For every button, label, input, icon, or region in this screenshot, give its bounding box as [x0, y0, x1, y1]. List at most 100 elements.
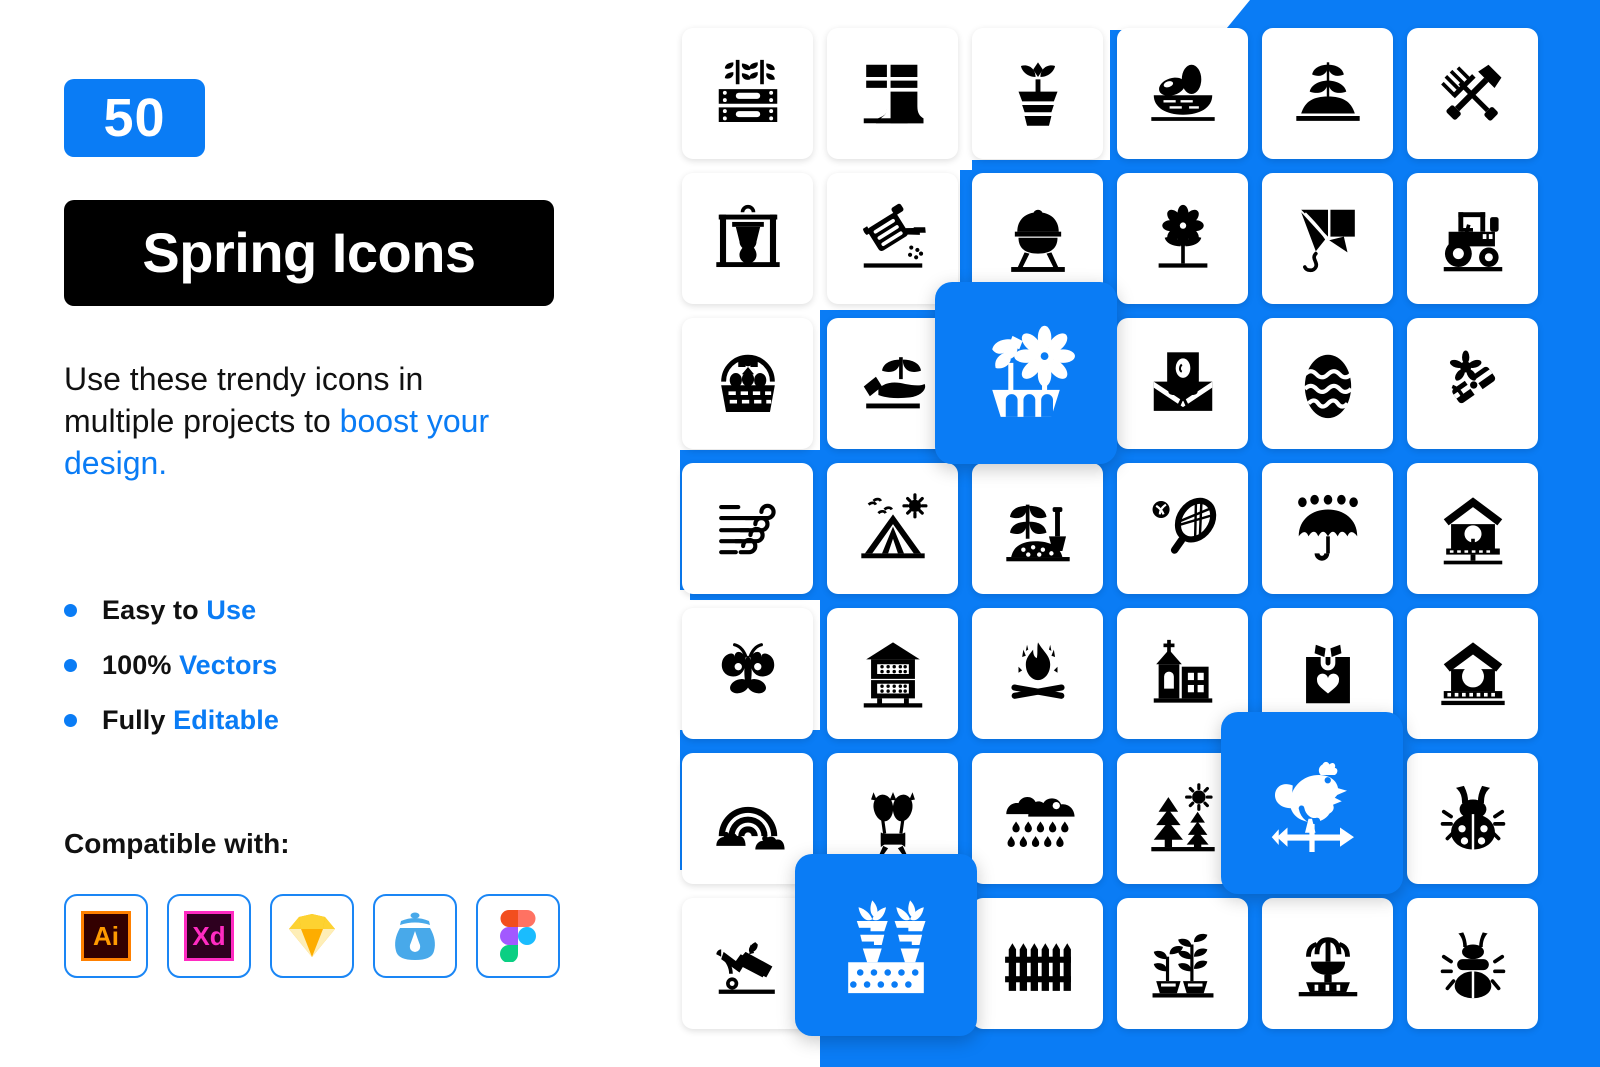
icon-tile-easter-egg-nest[interactable] — [1117, 28, 1248, 159]
icon-tile-beetle[interactable] — [1407, 898, 1538, 1029]
watering-can-icon — [862, 203, 926, 268]
potted-plants-icon — [1152, 933, 1213, 998]
feature-0-plain: Easy to — [102, 595, 207, 625]
plant-with-shovel-icon — [1005, 504, 1070, 561]
hand-holding-sprout-icon — [863, 356, 925, 408]
church-icon — [1153, 639, 1212, 703]
birdhouse-icon — [1443, 496, 1502, 564]
adobe-xd-label: Xd — [192, 921, 226, 951]
bonfire-icon — [1010, 641, 1065, 699]
icon-tile-fountain[interactable] — [1262, 898, 1393, 1029]
intro-line2-accent: boost your — [339, 403, 490, 440]
jar-icon — [395, 912, 435, 960]
butterfly-icon — [721, 642, 774, 693]
icon-tile-potted-plants[interactable] — [1117, 898, 1248, 1029]
icon-tile-umbrella-rain[interactable] — [1262, 463, 1393, 594]
app-tile-sketch[interactable] — [270, 894, 354, 978]
figma-icon — [500, 910, 536, 962]
flower-planter-icon — [992, 325, 1075, 417]
tulip-bouquet-icon — [870, 791, 915, 857]
icon-tile-rain-cloud[interactable] — [972, 753, 1103, 884]
icon-tile-birdhouse-perch[interactable] — [1407, 608, 1538, 739]
page-title: Spring Icons — [142, 221, 476, 284]
icon-tile-sprout-in-soil[interactable] — [1262, 28, 1393, 159]
carrot-garden-icon — [848, 900, 926, 994]
sketch-icon — [289, 914, 335, 957]
compatible-apps-row: Ai Xd — [64, 894, 560, 978]
icon-tile-egg-basket[interactable] — [682, 318, 813, 449]
bullet-icon — [64, 604, 77, 617]
feature-1-plain: 100% — [102, 650, 180, 680]
icon-tile-bonfire[interactable] — [972, 608, 1103, 739]
egg-basket-icon — [720, 354, 775, 412]
ladybug-icon — [1440, 785, 1505, 849]
rake-and-shovel-icon — [1440, 64, 1501, 121]
icon-tile-birdhouse[interactable] — [1407, 463, 1538, 594]
icon-tile-seedling-crate[interactable] — [682, 28, 813, 159]
poster-canvas: 50 Spring Icons Use these trendy icons i… — [0, 0, 1600, 1067]
left-info-panel: 50 Spring Icons Use these trendy icons i… — [0, 0, 660, 1067]
highlighted-tile-carrot-garden[interactable] — [795, 854, 977, 1036]
birdhouse-perch-icon — [1440, 641, 1505, 705]
icon-tile-potted-plant[interactable] — [972, 28, 1103, 159]
decorated-egg-icon — [1302, 354, 1353, 418]
kite-icon — [1300, 209, 1355, 272]
sprout-in-soil-icon — [1295, 61, 1360, 121]
picket-fence-icon — [1004, 942, 1071, 991]
egg-envelope-icon — [1153, 351, 1212, 411]
icon-tile-plant-with-shovel[interactable] — [972, 463, 1103, 594]
feature-0-accent: Use — [206, 595, 257, 625]
rainbow-cloud-icon — [715, 806, 785, 849]
icon-tile-decorated-egg[interactable] — [1262, 318, 1393, 449]
icon-tile-ladybug[interactable] — [1407, 753, 1538, 884]
feature-list: Easy to Use 100% Vectors Fully Editable — [64, 583, 484, 748]
icon-count-badge: 50 — [64, 79, 205, 157]
feature-item-vectors: 100% Vectors — [64, 638, 484, 693]
feature-item-easy-to-use: Easy to Use — [64, 583, 484, 638]
umbrella-rain-icon — [1297, 494, 1358, 561]
wheelbarrow-icon — [715, 941, 775, 994]
bullet-icon — [64, 714, 77, 727]
icon-tile-tractor[interactable] — [1407, 173, 1538, 304]
app-tile-adobe-illustrator[interactable]: Ai — [64, 894, 148, 978]
feature-2-plain: Fully — [102, 705, 174, 735]
icon-tile-rake-and-shovel[interactable] — [1407, 28, 1538, 159]
feature-item-editable: Fully Editable — [64, 693, 484, 748]
adobe-illustrator-label: Ai — [93, 921, 119, 951]
intro-line2-plain: multiple projects to — [64, 403, 340, 440]
bird-hotel-icon — [863, 641, 922, 708]
icon-tile-camping-tent[interactable] — [827, 463, 958, 594]
tennis-racket-icon — [1152, 497, 1216, 554]
icon-tile-kite[interactable] — [1262, 173, 1393, 304]
icon-tile-daisy-flower[interactable] — [1117, 173, 1248, 304]
app-tile-figma[interactable] — [476, 894, 560, 978]
fountain-icon — [1298, 936, 1357, 996]
compatible-with-heading: Compatible with: — [64, 828, 290, 859]
icon-tile-wheelbarrow[interactable] — [682, 898, 813, 1029]
icon-tile-butterfly[interactable] — [682, 608, 813, 739]
campfire-pot-icon — [715, 204, 780, 267]
intro-paragraph: Use these trendy icons in multiple proje… — [64, 358, 624, 485]
icon-tile-picket-fence[interactable] — [972, 898, 1103, 1029]
adobe-illustrator-icon: Ai — [81, 911, 131, 961]
icon-tile-campfire-pot[interactable] — [682, 173, 813, 304]
icon-tile-rain-boots[interactable] — [827, 28, 958, 159]
adobe-xd-icon: Xd — [184, 911, 234, 961]
app-tile-adobe-xd[interactable]: Xd — [167, 894, 251, 978]
icon-tile-watering-can[interactable] — [827, 173, 958, 304]
highlighted-tile-flower-planter[interactable] — [935, 282, 1117, 464]
bbq-grill-icon — [1010, 209, 1065, 272]
icon-tile-egg-envelope[interactable] — [1117, 318, 1248, 449]
icon-tile-wind[interactable] — [682, 463, 813, 594]
potted-plant-icon — [1018, 61, 1057, 126]
icon-tile-rainbow-cloud[interactable] — [682, 753, 813, 884]
app-tile-invision-studio[interactable] — [373, 894, 457, 978]
highlighted-tile-weathervane-rooster[interactable] — [1221, 712, 1403, 894]
icon-tile-tennis-racket[interactable] — [1117, 463, 1248, 594]
intro-line3-accent: design. — [64, 445, 168, 482]
gift-bag-heart-icon — [1305, 644, 1350, 703]
bullet-icon — [64, 659, 77, 672]
icon-tile-gift-flower[interactable] — [1407, 318, 1538, 449]
icon-tile-bird-hotel[interactable] — [827, 608, 958, 739]
tractor-icon — [1443, 211, 1502, 271]
